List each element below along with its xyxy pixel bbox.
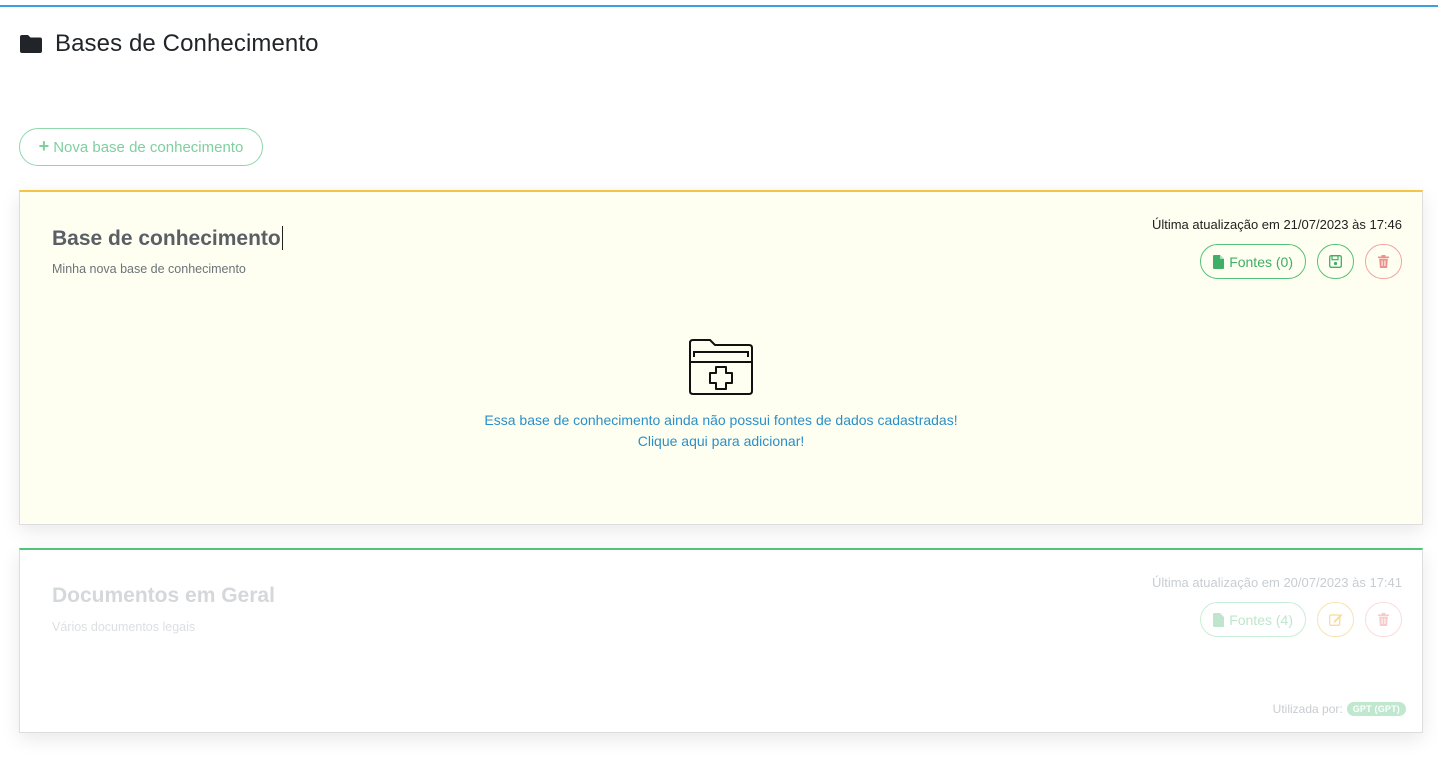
page-title: Bases de Conhecimento bbox=[55, 30, 319, 57]
last-updated: Última atualização em 21/07/2023 às 17:4… bbox=[1151, 217, 1402, 232]
sources-label: Fontes (0) bbox=[1229, 253, 1293, 270]
sources-label: Fontes (4) bbox=[1229, 611, 1293, 628]
folder-icon bbox=[20, 35, 42, 53]
card-actions: Fontes (4) bbox=[1200, 602, 1402, 637]
used-by: Utilizada por: GPT (GPT) bbox=[1273, 702, 1406, 716]
card-title[interactable]: Base de conhecimento bbox=[52, 226, 283, 251]
delete-button[interactable] bbox=[1365, 244, 1402, 279]
empty-state[interactable]: Essa base de conhecimento ainda não poss… bbox=[20, 338, 1422, 452]
edit-icon bbox=[1328, 614, 1342, 626]
card-title[interactable]: Documentos em Geral bbox=[52, 584, 275, 608]
trash-icon bbox=[1378, 613, 1389, 626]
save-button[interactable] bbox=[1317, 244, 1354, 279]
edit-button[interactable] bbox=[1317, 602, 1354, 637]
new-knowledge-base-button[interactable]: + Nova base de conhecimento bbox=[19, 128, 263, 166]
top-accent-line bbox=[0, 0, 1438, 7]
sources-button[interactable]: Fontes (4) bbox=[1200, 602, 1306, 637]
model-tag: GPT (GPT) bbox=[1346, 702, 1406, 716]
card-actions: Fontes (0) bbox=[1200, 244, 1402, 279]
add-folder-icon bbox=[689, 339, 753, 395]
delete-button[interactable] bbox=[1365, 602, 1402, 637]
last-updated: Última atualização em 20/07/2023 às 17:4… bbox=[1151, 575, 1402, 590]
text-cursor bbox=[281, 226, 283, 250]
file-icon bbox=[1213, 612, 1225, 627]
knowledge-base-card: Documentos em Geral Vários documentos le… bbox=[19, 548, 1423, 733]
used-by-label: Utilizada por: bbox=[1272, 702, 1343, 716]
file-icon bbox=[1213, 254, 1225, 269]
sources-button[interactable]: Fontes (0) bbox=[1200, 244, 1306, 279]
card-description[interactable]: Minha nova base de conhecimento bbox=[52, 262, 246, 276]
card-description[interactable]: Vários documentos legais bbox=[52, 620, 195, 634]
plus-icon: + bbox=[38, 136, 50, 156]
save-icon bbox=[1329, 255, 1342, 268]
knowledge-base-card: Base de conhecimento Minha nova base de … bbox=[19, 190, 1423, 525]
empty-message[interactable]: Essa base de conhecimento ainda não poss… bbox=[20, 410, 1422, 431]
add-source-link[interactable]: Clique aqui para adicionar! bbox=[20, 431, 1422, 452]
page-header: Bases de Conhecimento bbox=[19, 30, 319, 58]
trash-icon bbox=[1378, 255, 1389, 268]
new-knowledge-base-label: Nova base de conhecimento bbox=[53, 138, 244, 156]
